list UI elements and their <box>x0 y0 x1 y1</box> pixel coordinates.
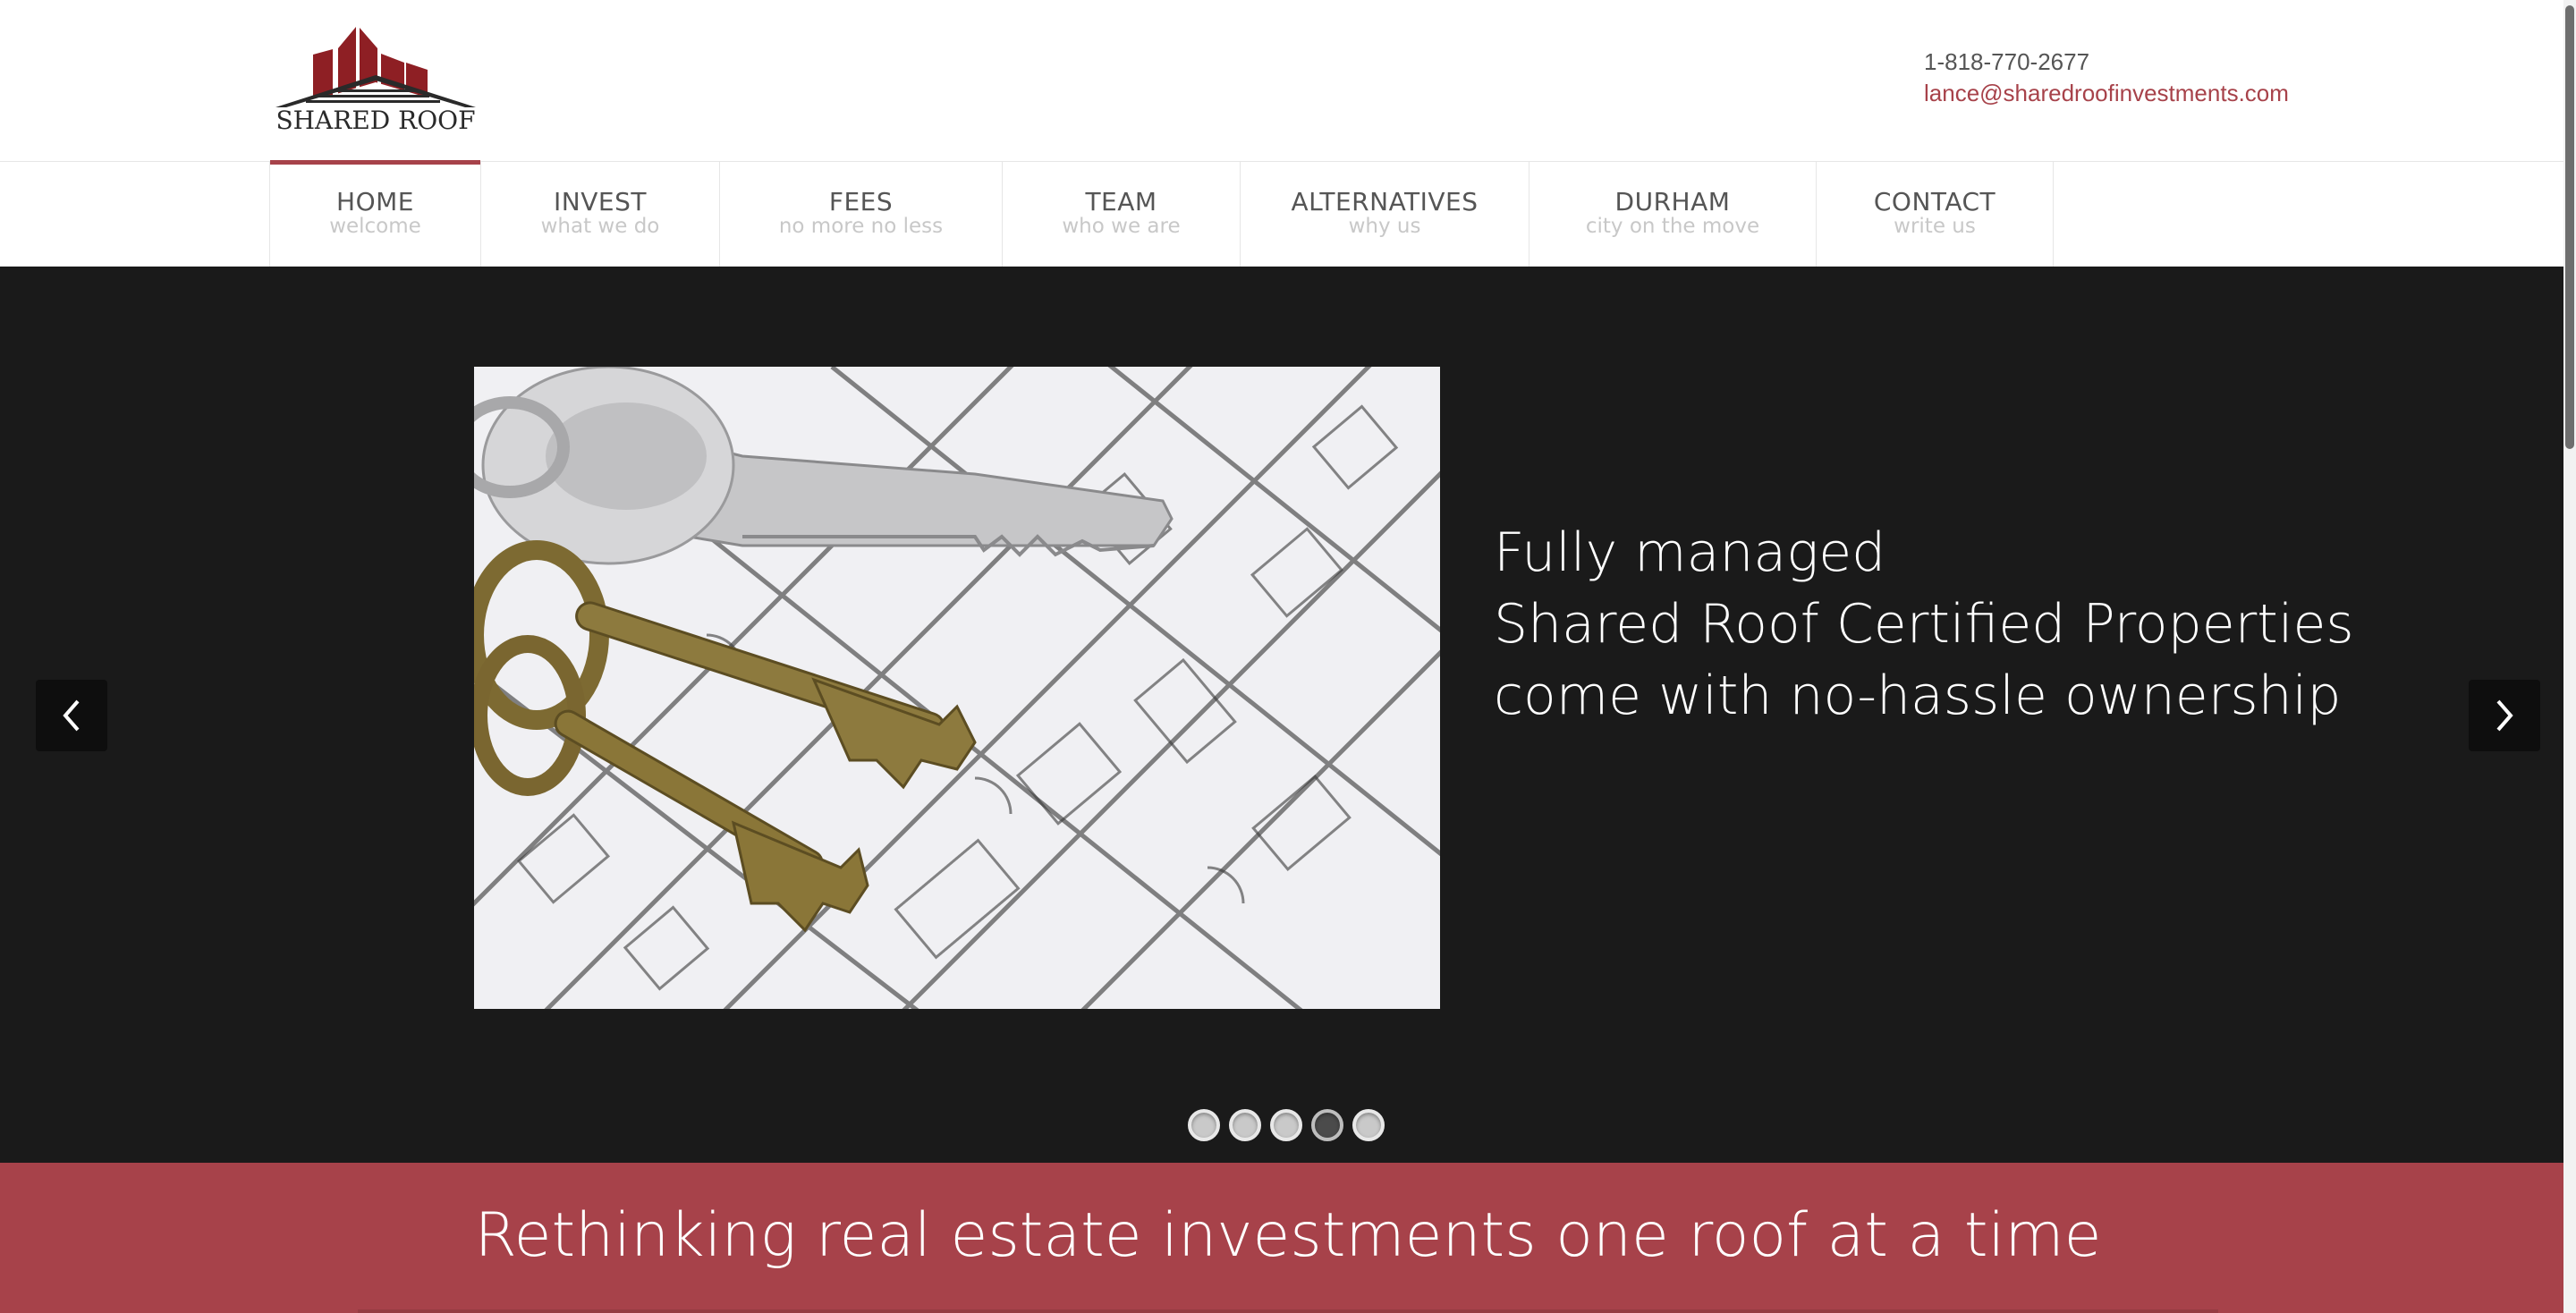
nav-label: DURHAM <box>1614 187 1731 216</box>
nav-item-home[interactable]: HOME welcome <box>270 160 481 267</box>
tagline-banner: Rethinking real estate investments one r… <box>0 1163 2576 1313</box>
slider-dot-3[interactable] <box>1270 1109 1302 1141</box>
email-link[interactable]: lance@sharedroofinvestments.com <box>1924 78 2289 109</box>
slider-dot-1[interactable] <box>1188 1109 1220 1141</box>
contact-info: 1-818-770-2677 lance@sharedroofinvestmen… <box>1924 47 2289 109</box>
nav-sublabel: why us <box>1348 215 1421 238</box>
caption-line-3: come with no-hassle ownership <box>1494 665 2342 727</box>
scrollbar-thumb[interactable] <box>2565 5 2574 449</box>
banner-divider <box>358 1309 2218 1313</box>
phone-number[interactable]: 1-818-770-2677 <box>1924 47 2289 78</box>
nav-sublabel: write us <box>1894 215 1976 238</box>
nav-item-invest[interactable]: INVEST what we do <box>481 162 720 267</box>
slider-dot-2[interactable] <box>1229 1109 1261 1141</box>
nav-sublabel: who we are <box>1062 215 1181 238</box>
main-nav: HOME welcome INVEST what we do FEES no m… <box>0 160 2576 267</box>
slider-dot-5[interactable] <box>1352 1109 1385 1141</box>
nav-sublabel: welcome <box>329 215 421 238</box>
nav-label: INVEST <box>554 187 647 216</box>
logo-text: SHARED ROOF <box>275 106 475 135</box>
nav-label: TEAM <box>1085 187 1157 216</box>
slider-pagination <box>1188 1109 1385 1141</box>
keys-on-blueprint-image <box>474 367 1440 1009</box>
nav-sublabel: what we do <box>540 215 660 238</box>
chevron-left-icon <box>63 699 80 732</box>
slide-caption: Fully managed Shared Roof Certified Prop… <box>1494 517 2388 732</box>
nav-item-fees[interactable]: FEES no more no less <box>720 162 1003 267</box>
page-scrollbar[interactable] <box>2563 0 2576 1313</box>
nav-item-alternatives[interactable]: ALTERNATIVES why us <box>1241 162 1530 267</box>
caption-line-1: Fully managed <box>1494 521 1886 584</box>
nav-item-contact[interactable]: CONTACT write us <box>1817 162 2054 267</box>
nav-list: HOME welcome INVEST what we do FEES no m… <box>269 160 2054 267</box>
nav-sublabel: no more no less <box>778 215 944 238</box>
chevron-right-icon <box>2496 699 2513 732</box>
nav-item-team[interactable]: TEAM who we are <box>1003 162 1241 267</box>
nav-label: ALTERNATIVES <box>1291 187 1479 216</box>
nav-sublabel: city on the move <box>1585 215 1760 238</box>
hero-slider: Fully managed Shared Roof Certified Prop… <box>0 267 2576 1163</box>
tagline-text: Rethinking real estate investments one r… <box>474 1200 2102 1271</box>
nav-label: CONTACT <box>1873 187 1996 216</box>
prev-slide-button[interactable] <box>36 680 107 751</box>
nav-label: HOME <box>336 187 414 216</box>
nav-item-durham[interactable]: DURHAM city on the move <box>1530 162 1817 267</box>
site-header: SHARED ROOF 1-818-770-2677 lance@sharedr… <box>0 0 2576 161</box>
shared-roof-logo[interactable]: SHARED ROOF <box>270 23 481 138</box>
next-slide-button[interactable] <box>2469 680 2540 751</box>
nav-label: FEES <box>828 187 894 216</box>
slider-dot-4[interactable] <box>1311 1109 1343 1141</box>
caption-line-2: Shared Roof Certified Properties <box>1494 593 2354 656</box>
